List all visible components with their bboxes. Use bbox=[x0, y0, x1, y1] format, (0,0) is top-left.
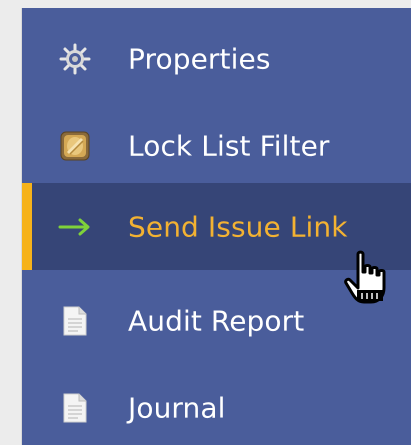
arrow-right-icon bbox=[58, 210, 92, 244]
menu-item-properties[interactable]: Properties bbox=[22, 15, 411, 102]
menu-item-send-issue-link[interactable]: Send Issue Link bbox=[22, 183, 411, 270]
menu-item-lock-list-filter[interactable]: Lock List Filter bbox=[22, 102, 411, 189]
gear-icon bbox=[58, 42, 92, 76]
menu-item-label: Send Issue Link bbox=[128, 210, 348, 243]
document-icon bbox=[58, 391, 92, 425]
document-icon bbox=[58, 304, 92, 338]
menu-item-label: Lock List Filter bbox=[128, 129, 330, 162]
lock-icon bbox=[58, 129, 92, 163]
page: Properties Lock List Filter Send Issue L… bbox=[0, 0, 411, 445]
menu-item-label: Properties bbox=[128, 42, 271, 75]
menu-item-label: Journal bbox=[128, 391, 226, 424]
menu-item-label: Audit Report bbox=[128, 304, 305, 337]
menu-item-journal[interactable]: Journal bbox=[22, 364, 411, 445]
menu-item-audit-report[interactable]: Audit Report bbox=[22, 277, 411, 364]
context-menu: Properties Lock List Filter Send Issue L… bbox=[22, 8, 411, 445]
